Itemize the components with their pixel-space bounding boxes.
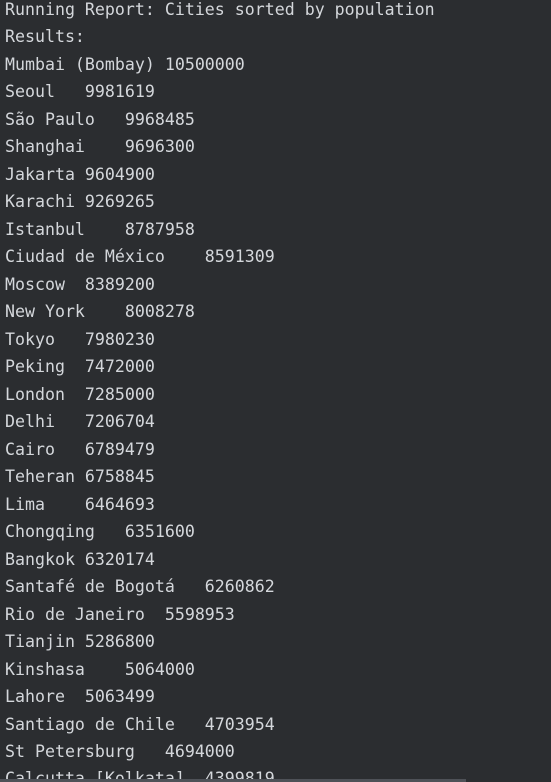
output-line: Lima 6464693	[5, 495, 155, 514]
output-line: Lahore 5063499	[5, 687, 155, 706]
output-line: Tianjin 5286800	[5, 632, 155, 651]
results-label: Results:	[5, 27, 85, 46]
output-line: Peking 7472000	[5, 357, 155, 376]
output-line: Chongqing 6351600	[5, 522, 195, 541]
output-line: Shanghai 9696300	[5, 137, 195, 156]
output-line: Teheran 6758845	[5, 467, 155, 486]
output-line: São Paulo 9968485	[5, 110, 195, 129]
report-header: Running Report: Cities sorted by populat…	[5, 0, 435, 19]
output-line: Moscow 8389200	[5, 275, 155, 294]
output-line: New York 8008278	[5, 302, 195, 321]
output-line: Mumbai (Bombay) 10500000	[5, 55, 245, 74]
output-line: Cairo 6789479	[5, 440, 155, 459]
output-line: Bangkok 6320174	[5, 550, 155, 569]
output-line: Ciudad de México 8591309	[5, 247, 275, 266]
output-line: Kinshasa 5064000	[5, 660, 195, 679]
output-line: Santiago de Chile 4703954	[5, 715, 275, 734]
output-line: Santafé de Bogotá 6260862	[5, 577, 275, 596]
console-output[interactable]: Running Report: Cities sorted by populat…	[0, 0, 551, 782]
output-line: Tokyo 7980230	[5, 330, 155, 349]
output-line: Karachi 9269265	[5, 192, 155, 211]
output-line: Delhi 7206704	[5, 412, 155, 431]
output-line: Jakarta 9604900	[5, 165, 155, 184]
output-line: Istanbul 8787958	[5, 220, 195, 239]
output-line: Rio de Janeiro 5598953	[5, 605, 235, 624]
output-line: St Petersburg 4694000	[5, 742, 235, 761]
output-line: London 7285000	[5, 385, 155, 404]
output-line: Seoul 9981619	[5, 82, 155, 101]
